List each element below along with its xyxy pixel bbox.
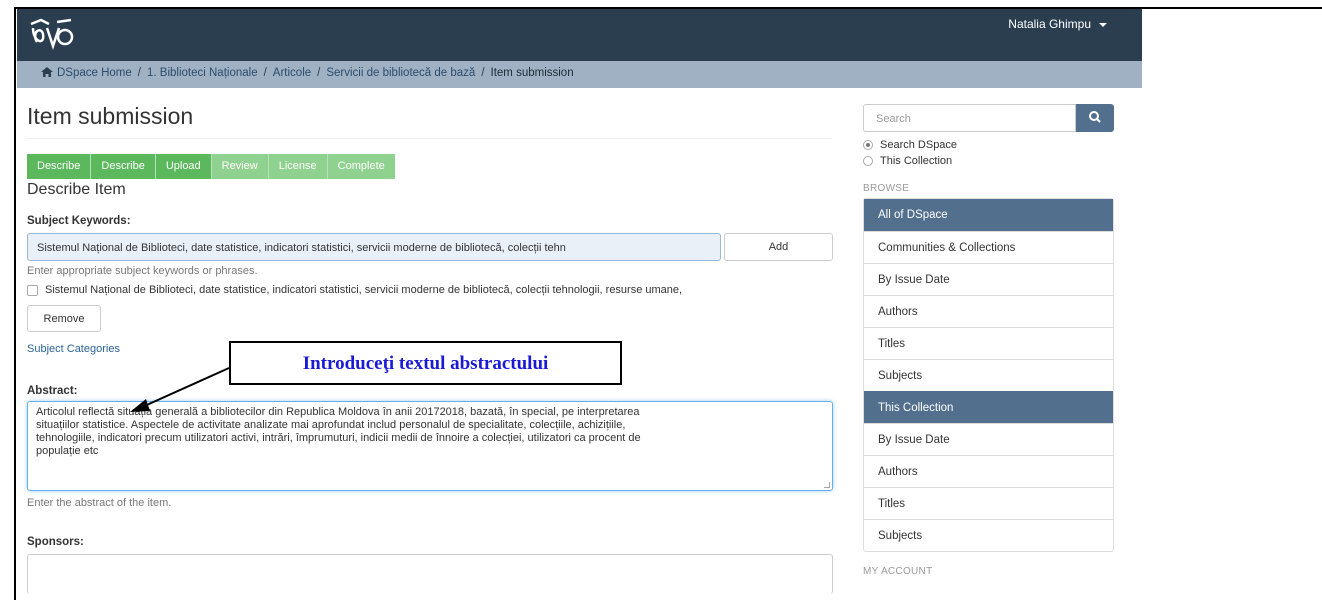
abstract-line: tehnologiile, indicatori precum utilizat…	[36, 432, 641, 444]
section-title: Describe Item	[27, 181, 126, 198]
abstract-line: Articolul reflectă situația generală a b…	[36, 406, 640, 418]
sidebar-search: Search	[863, 104, 1114, 132]
scope-label: This Collection	[880, 155, 953, 167]
search-icon	[1089, 111, 1101, 123]
step-describe-2[interactable]: Describe	[90, 154, 155, 179]
breadcrumb-subcommunity[interactable]: Articole	[273, 67, 311, 79]
breadcrumb: DSpace Home / 1. Biblioteci Naționale / Arti…	[17, 61, 1142, 88]
scope-label: Search DSpace	[880, 139, 958, 151]
subject-keyword-item: Sistemul Național de Biblioteci, date st…	[27, 284, 832, 296]
collection-item-titles[interactable]: Titles	[864, 487, 1113, 519]
step-review[interactable]: Review	[210, 154, 268, 179]
breadcrumb-separator: /	[137, 67, 141, 79]
subject-keywords-row: Sistemul Național de Biblioteci, date st…	[27, 233, 833, 263]
browse-item-all-of-dspace[interactable]: All of DSpace	[864, 199, 1113, 231]
browse-item-subjects[interactable]: Subjects	[864, 359, 1113, 391]
scope-this-collection[interactable]: This Collection	[863, 153, 1114, 169]
browse-item-titles[interactable]: Titles	[864, 327, 1113, 359]
user-menu[interactable]: Natalia Ghimpu	[1008, 17, 1107, 31]
step-complete[interactable]: Complete	[326, 154, 395, 179]
subject-keywords-help: Enter appropriate subject keywords or ph…	[27, 265, 258, 277]
collection-item-subjects[interactable]: Subjects	[864, 519, 1113, 551]
browse-heading: BROWSE	[863, 183, 910, 194]
sidebar: Search Search DSpace This Collection BRO…	[863, 88, 1114, 577]
scope-search-dspace[interactable]: Search DSpace	[863, 137, 1114, 153]
breadcrumb-current: Item submission	[490, 67, 574, 79]
search-input[interactable]: Search	[863, 104, 1076, 132]
logo-icon[interactable]	[27, 16, 77, 52]
annotation-callout: Introduceţi textul abstractului	[229, 341, 622, 385]
browse-item-authors[interactable]: Authors	[864, 295, 1113, 327]
browse-item-this-collection[interactable]: This Collection	[864, 391, 1113, 423]
add-button[interactable]: Add	[724, 233, 833, 261]
step-describe-1[interactable]: Describe	[27, 154, 91, 179]
breadcrumb-collection[interactable]: Servicii de bibliotecă de bază	[326, 67, 475, 79]
abstract-help: Enter the abstract of the item.	[27, 497, 172, 509]
submission-steps: Describe Describe Upload Review License …	[27, 154, 832, 179]
subject-keywords-input[interactable]: Sistemul Național de Biblioteci, date st…	[27, 233, 721, 261]
collection-item-issue-date[interactable]: By Issue Date	[864, 423, 1113, 455]
abstract-line: populație etc	[36, 445, 99, 457]
breadcrumb-home[interactable]: DSpace Home	[57, 67, 132, 79]
subject-keyword-checkbox[interactable]	[27, 284, 38, 296]
resize-handle[interactable]	[824, 482, 830, 488]
subject-keywords-label: Subject Keywords:	[27, 215, 131, 227]
user-name: Natalia Ghimpu	[1008, 17, 1091, 31]
breadcrumb-community[interactable]: 1. Biblioteci Naționale	[147, 67, 258, 79]
abstract-textarea[interactable]: Articolul reflectă situația generală a b…	[27, 401, 833, 491]
breadcrumb-separator: /	[317, 67, 321, 79]
breadcrumb-separator: /	[263, 67, 267, 79]
app-window: Natalia Ghimpu DSpace Home / 1. Biblioteci…	[17, 9, 1142, 600]
subject-keyword-text: Sistemul Național de Biblioteci, date st…	[45, 284, 683, 296]
document-frame-left	[14, 7, 16, 600]
sponsors-label: Sponsors:	[27, 536, 84, 548]
navbar: Natalia Ghimpu	[17, 9, 1142, 61]
step-upload[interactable]: Upload	[154, 154, 211, 179]
browse-item-communities[interactable]: Communities & Collections	[864, 231, 1113, 263]
abstract-label: Abstract:	[27, 385, 78, 397]
step-license[interactable]: License	[267, 154, 327, 179]
sponsors-textarea[interactable]	[27, 554, 833, 594]
home-icon[interactable]	[41, 67, 53, 77]
breadcrumb-separator: /	[481, 67, 485, 79]
search-button[interactable]	[1076, 104, 1114, 132]
browse-item-issue-date[interactable]: By Issue Date	[864, 263, 1113, 295]
caret-down-icon	[1099, 22, 1107, 27]
abstract-line: situațiilor statistice. Aspectele de act…	[36, 419, 626, 431]
subject-categories-link[interactable]: Subject Categories	[27, 343, 120, 355]
radio-icon[interactable]	[863, 156, 873, 166]
account-heading: MY ACCOUNT	[863, 566, 933, 577]
radio-icon[interactable]	[863, 140, 873, 150]
page-title: Item submission	[27, 103, 832, 139]
browse-list: All of DSpace Communities & Collections …	[863, 198, 1114, 552]
remove-button[interactable]: Remove	[27, 305, 101, 332]
collection-item-authors[interactable]: Authors	[864, 455, 1113, 487]
